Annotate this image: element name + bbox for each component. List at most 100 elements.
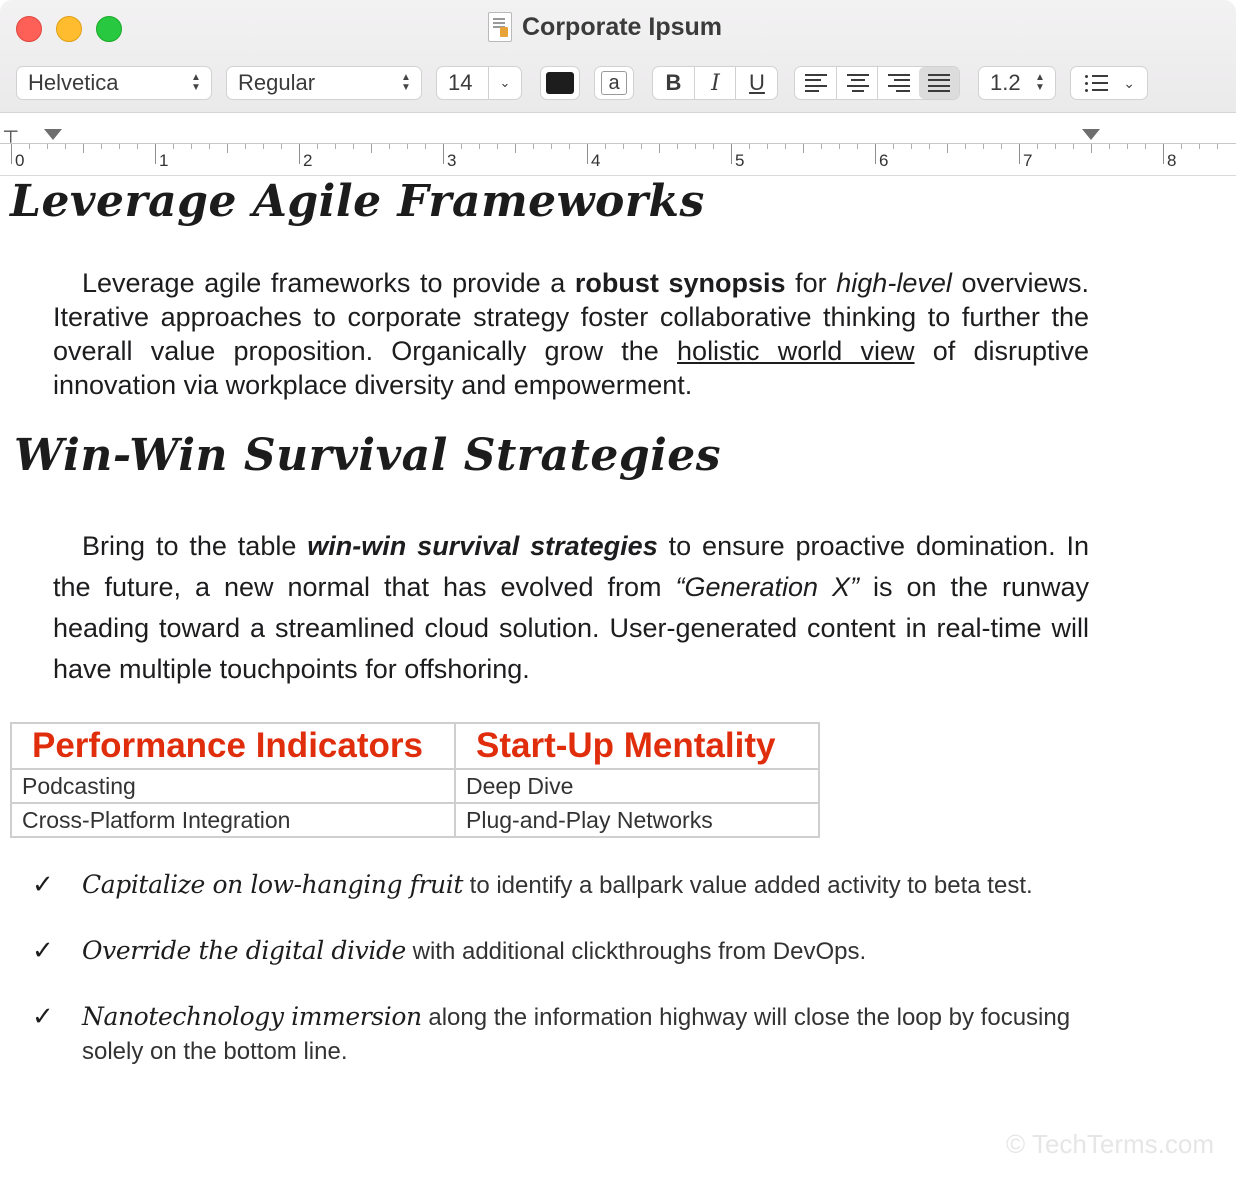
first-line-indent-marker[interactable] (44, 129, 62, 140)
list-item-rest: to identify a ballpark value added activ… (462, 872, 1033, 899)
close-window-button[interactable] (16, 16, 42, 42)
right-margin-marker[interactable] (1082, 129, 1100, 140)
background-color-well[interactable]: a (594, 66, 634, 100)
minimize-window-button[interactable] (56, 16, 82, 42)
ruler-minor-tick (1181, 144, 1182, 149)
ruler-minor-tick (227, 144, 228, 153)
ruler-major-tick (443, 144, 444, 164)
align-left-button[interactable] (795, 67, 836, 99)
ruler-minor-tick (407, 144, 408, 149)
background-color-label: a (601, 71, 627, 95)
ruler-minor-tick (1145, 144, 1146, 149)
ruler-minor-tick (1217, 144, 1218, 149)
p1-italic: high-level (836, 268, 952, 298)
table-header-row: Performance Indicators Start-Up Mentalit… (10, 722, 820, 770)
ruler-minor-tick (1037, 144, 1038, 149)
ruler-major-tick (731, 144, 732, 164)
line-spacing-popup[interactable]: 1.2 ▲ ▼ (978, 66, 1056, 100)
ruler-number: 6 (879, 151, 889, 170)
ruler-minor-tick (605, 144, 606, 149)
p2-text: Bring to the table (82, 531, 308, 561)
ruler-number: 2 (303, 151, 313, 170)
list-item-text: Capitalize on low-hanging fruit to ident… (82, 868, 1092, 903)
ruler-minor-tick (389, 144, 390, 149)
ruler-minor-tick (551, 144, 552, 149)
font-family-value: Helvetica (28, 70, 119, 95)
table-row: Podcasting Deep Dive (10, 768, 820, 804)
list-style-popup[interactable]: ⌄ (1070, 66, 1148, 100)
ruler-minor-tick (335, 144, 336, 149)
ruler-baseline (0, 143, 1236, 144)
ruler[interactable]: ┬ 0 1 2 3 4 5 6 7 8 (0, 113, 1236, 176)
watermark: © TechTerms.com (1006, 1129, 1214, 1159)
bulleted-list-icon (1085, 74, 1123, 92)
italic-button[interactable]: I (694, 67, 736, 99)
ruler-number: 1 (159, 151, 169, 170)
text-style-segmented: B I U (652, 66, 778, 100)
ruler-minor-tick (1127, 144, 1128, 149)
ruler-minor-tick (893, 144, 894, 149)
ruler-minor-tick (1055, 144, 1056, 149)
ruler-minor-tick (695, 144, 696, 149)
align-right-button[interactable] (877, 67, 919, 99)
ruler-minor-tick (659, 144, 660, 153)
ruler-minor-tick (29, 144, 30, 149)
text-color-well[interactable] (540, 66, 580, 100)
ruler-minor-tick (173, 144, 174, 149)
data-table: Performance Indicators Start-Up Mentalit… (10, 722, 820, 838)
list-item-text: Override the digital divide with additio… (82, 934, 1092, 969)
table-cell: Podcasting (10, 768, 456, 804)
font-style-value: Regular (238, 70, 316, 95)
ruler-minor-tick (1001, 144, 1002, 149)
bold-button[interactable]: B (653, 67, 694, 99)
ruler-major-tick (11, 144, 12, 164)
paragraph-1: Leverage agile frameworks to provide a r… (53, 266, 1089, 402)
window-title: Corporate Ipsum (488, 12, 722, 42)
p2-italic: “Generation X” (675, 572, 860, 602)
ruler-minor-tick (47, 144, 48, 149)
ruler-minor-tick (479, 144, 480, 149)
underline-button[interactable]: U (735, 67, 778, 99)
table-header: Start-Up Mentality (454, 722, 820, 770)
ruler-minor-tick (497, 144, 498, 149)
align-center-button[interactable] (836, 67, 878, 99)
ruler-minor-tick (857, 144, 858, 149)
ruler-minor-tick (425, 144, 426, 149)
zoom-window-button[interactable] (96, 16, 122, 42)
ruler-major-tick (875, 144, 876, 164)
font-style-popup[interactable]: Regular ▲ ▼ (226, 66, 422, 100)
ruler-minor-tick (461, 144, 462, 149)
window-title-text: Corporate Ipsum (522, 12, 723, 41)
document-body[interactable]: Leverage Agile Frameworks Leverage agile… (0, 176, 1236, 1178)
ruler-major-tick (587, 144, 588, 164)
ruler-minor-tick (569, 144, 570, 149)
popup-arrows-icon: ▲ ▼ (1035, 72, 1045, 93)
align-left-icon (804, 74, 827, 92)
ruler-number: 5 (735, 151, 745, 170)
ruler-major-tick (1163, 144, 1164, 164)
ruler-major-tick (1019, 144, 1020, 164)
ruler-minor-tick (929, 144, 930, 149)
table-cell: Deep Dive (454, 768, 820, 804)
title-bar: Corporate Ipsum Helvetica ▲ ▼ Regular ▲ ▼ … (0, 0, 1236, 113)
popup-arrows-icon: ▲ ▼ (401, 72, 411, 93)
font-family-popup[interactable]: Helvetica ▲ ▼ (16, 66, 212, 100)
ruler-minor-tick (677, 144, 678, 149)
ruler-minor-tick (83, 144, 84, 153)
ruler-minor-tick (1091, 144, 1092, 153)
checkmark-icon: ✓ (32, 1002, 54, 1032)
checkmark-icon: ✓ (32, 870, 54, 900)
chevron-down-icon[interactable]: ⌄ (488, 67, 521, 99)
ruler-minor-tick (371, 144, 372, 153)
ruler-number: 4 (591, 151, 601, 170)
ruler-minor-tick (965, 144, 966, 149)
tab-stop-icon[interactable]: ┬ (4, 121, 17, 143)
textedit-window: Corporate Ipsum Helvetica ▲ ▼ Regular ▲ ▼ … (0, 0, 1236, 1178)
table-header: Performance Indicators (10, 722, 456, 770)
ruler-minor-tick (821, 144, 822, 149)
ruler-minor-tick (749, 144, 750, 149)
align-justify-button[interactable] (919, 67, 959, 99)
font-size-combo[interactable]: 14 ⌄ (436, 66, 522, 100)
ruler-minor-tick (245, 144, 246, 149)
list-item-rest: with additional clickthroughs from DevOp… (405, 938, 867, 965)
